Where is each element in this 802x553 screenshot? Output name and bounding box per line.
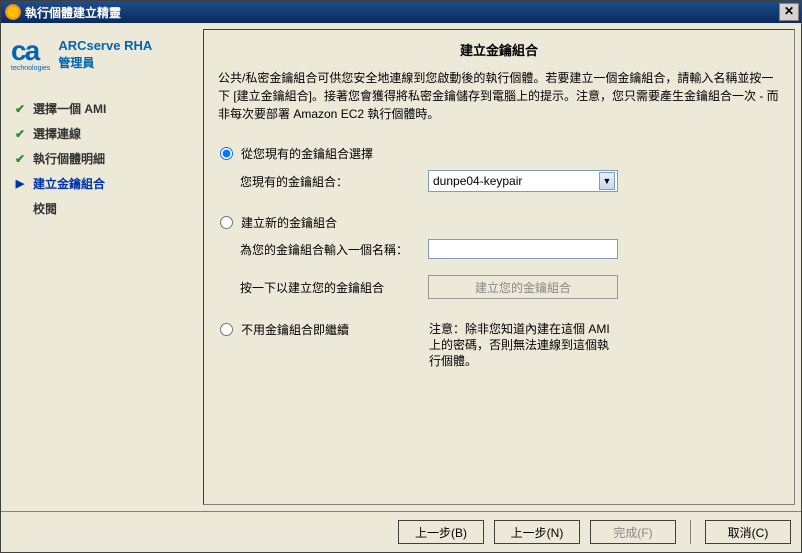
step-select-connection: ✔ 選擇連線 — [11, 121, 193, 146]
step-select-ami: ✔ 選擇一個 AMI — [11, 96, 193, 121]
step-instance-details: ✔ 執行個體明細 — [11, 146, 193, 171]
radio-none[interactable] — [220, 323, 233, 336]
brand-block: ca technologies ARCserve RHA 管理員 — [11, 37, 193, 72]
step-list: ✔ 選擇一個 AMI ✔ 選擇連線 ✔ 執行個體明細 ▶ 建立金鑰組合 — [11, 96, 193, 221]
sidebar: ca technologies ARCserve RHA 管理員 ✔ 選擇一個 … — [7, 29, 197, 505]
option-existing: 從您現有的金鑰組合選擇 您現有的金鑰組合： dunpe04-keypair ▼ — [218, 145, 780, 198]
select-value: dunpe04-keypair — [433, 174, 522, 188]
body: ca technologies ARCserve RHA 管理員 ✔ 選擇一個 … — [1, 23, 801, 511]
checkmark-icon: ✔ — [13, 127, 27, 141]
create-button-hint: 按一下以建立您的金鑰組合 — [240, 279, 420, 296]
wizard-footer: 上一步(B) 上一步(N) 完成(F) 取消(C) — [1, 511, 801, 552]
checkmark-icon: ✔ — [13, 152, 27, 166]
footer-divider — [690, 520, 691, 544]
create-name-label: 為您的金鑰組合輸入一個名稱： — [240, 241, 420, 258]
option-none: 不用金鑰組合即繼續 注意：除非您知道內建在這個 AMI 上的密碼，否則無法連線到… — [218, 321, 780, 378]
logo-ca: ca — [11, 35, 38, 66]
back-button[interactable]: 上一步(B) — [398, 520, 484, 544]
step-label: 選擇連線 — [33, 125, 81, 142]
app-title: ARCserve RHA — [58, 38, 152, 54]
existing-field-label: 您現有的金鑰組合： — [240, 173, 420, 190]
keypair-name-input[interactable] — [428, 239, 618, 259]
option-create: 建立新的金鑰組合 為您的金鑰組合輸入一個名稱： 按一下以建立您的金鑰組合 建立您… — [218, 214, 780, 305]
arrow-right-icon: ▶ — [13, 177, 27, 190]
step-label: 建立金鑰組合 — [33, 175, 105, 192]
create-keypair-button[interactable]: 建立您的金鑰組合 — [428, 275, 618, 299]
checkmark-icon: ✔ — [13, 102, 27, 116]
radio-existing[interactable] — [220, 147, 233, 160]
step-label: 執行個體明細 — [33, 150, 105, 167]
logo: ca technologies — [11, 37, 50, 72]
step-create-keypair: ▶ 建立金鑰組合 — [11, 171, 193, 196]
next-button[interactable]: 上一步(N) — [494, 520, 580, 544]
existing-keypair-select[interactable]: dunpe04-keypair ▼ — [428, 170, 618, 192]
page-description: 公共/私密金鑰組合可供您安全地連線到您啟動後的執行個體。若要建立一個金鑰組合，請… — [218, 69, 780, 123]
app-subtitle: 管理員 — [58, 54, 152, 71]
radio-create-label: 建立新的金鑰組合 — [241, 214, 337, 231]
finish-button[interactable]: 完成(F) — [590, 520, 676, 544]
wizard-icon — [5, 4, 21, 20]
logo-sub: technologies — [11, 65, 50, 72]
content-panel: 建立金鑰組合 公共/私密金鑰組合可供您安全地連線到您啟動後的執行個體。若要建立一… — [203, 29, 795, 505]
titlebar: 執行個體建立精靈 ✕ — [1, 1, 801, 23]
step-label: 選擇一個 AMI — [33, 100, 106, 117]
radio-none-label: 不用金鑰組合即繼續 — [241, 321, 421, 338]
window-title: 執行個體建立精靈 — [25, 4, 121, 21]
cancel-button[interactable]: 取消(C) — [705, 520, 791, 544]
chevron-down-icon: ▼ — [599, 172, 615, 190]
none-warning-note: 注意：除非您知道內建在這個 AMI 上的密碼，否則無法連線到這個執行個體。 — [429, 321, 619, 370]
step-review: 校閱 — [11, 196, 193, 221]
radio-create[interactable] — [220, 216, 233, 229]
page-title: 建立金鑰組合 — [218, 40, 780, 59]
radio-existing-label: 從您現有的金鑰組合選擇 — [241, 145, 373, 162]
step-label: 校閱 — [33, 200, 57, 217]
close-icon[interactable]: ✕ — [779, 3, 799, 21]
wizard-window: 執行個體建立精靈 ✕ ca technologies ARCserve RHA … — [0, 0, 802, 553]
